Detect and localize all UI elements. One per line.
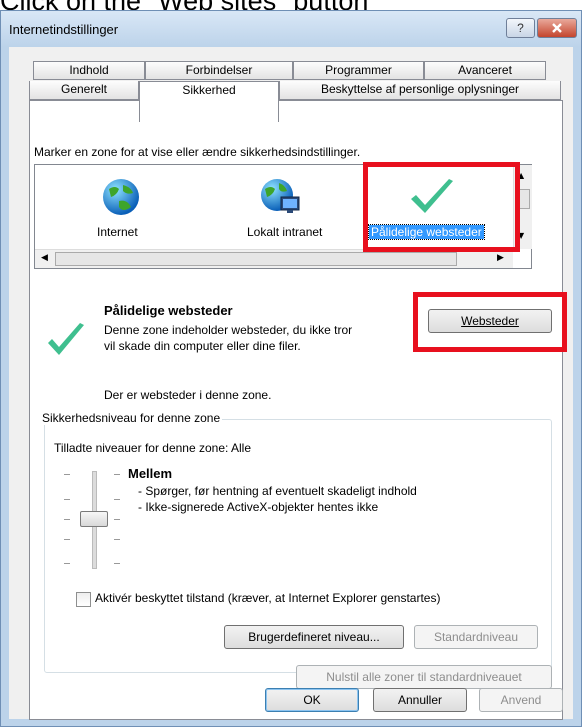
internet-options-dialog: Internetindstillinger ? Indhold Forbinde… [0, 10, 582, 727]
protected-mode-label: Aktivér beskyttet tilstand (kræver, at I… [95, 591, 441, 605]
zone-item-intranet[interactable]: Lokalt intranet [217, 171, 347, 241]
highlight-box-trusted-zone [363, 162, 520, 252]
title-bar: Internetindstillinger ? [1, 11, 581, 47]
zone-item-internet[interactable]: Internet [73, 171, 173, 241]
zone-description-line2: vil skade din computer eller dine filer. [104, 339, 301, 353]
zone-label: Internet [97, 225, 138, 239]
level-name: Mellem [128, 466, 173, 481]
scroll-right-icon[interactable]: ▶ [497, 253, 504, 263]
reset-all-zones-button[interactable]: Nulstil alle zoner til standardniveauet [296, 665, 552, 689]
dialog-content: Indhold Forbindelser Programmer Avancere… [9, 47, 573, 720]
cancel-button-label: Annuller [397, 693, 443, 707]
tab-generelt[interactable]: Generelt [29, 81, 139, 100]
cancel-button[interactable]: Annuller [373, 688, 467, 712]
default-level-button[interactable]: Standardniveau [414, 625, 538, 649]
tab-avanceret[interactable]: Avanceret [424, 61, 546, 80]
zone-title: Pålidelige websteder [104, 303, 233, 318]
intranet-icon [261, 179, 300, 213]
ok-button-label: OK [303, 693, 321, 707]
highlight-box-sites [413, 292, 567, 352]
level-bullet-1: - Spørger, før hentning af eventuelt ska… [138, 484, 417, 498]
tab-sikkerhed[interactable]: Sikkerhed [139, 81, 279, 122]
level-bullet-2: - Ikke-signerede ActiveX-objekter hentes… [138, 500, 379, 514]
tab-indhold[interactable]: Indhold [33, 61, 145, 80]
ok-button[interactable]: OK [265, 688, 359, 712]
close-button[interactable] [537, 18, 577, 38]
zone-instruction: Marker en zone for at vise eller ændre s… [34, 145, 361, 159]
allowed-levels: Tilladte niveauer for denne zone: Alle [54, 441, 252, 455]
slider-thumb[interactable] [80, 511, 108, 527]
scroll-left-icon[interactable]: ◀ [41, 253, 48, 263]
zone-label: Lokalt intranet [247, 225, 323, 239]
tab-forbindelser[interactable]: Forbindelser [145, 61, 293, 80]
hscroll-thumb[interactable] [55, 252, 457, 266]
reset-all-zones-button-label: Nulstil alle zoner til standardniveauet [326, 670, 522, 684]
trusted-check-icon [48, 323, 84, 355]
close-icon [552, 23, 562, 33]
custom-level-button-label: Brugerdefineret niveau... [248, 630, 380, 644]
window-title: Internetindstillinger [9, 22, 119, 37]
tab-beskyttelse[interactable]: Beskyttelse af personlige oplysninger [279, 81, 561, 100]
protected-mode-checkbox[interactable] [76, 592, 91, 607]
security-level-slider[interactable] [64, 471, 124, 571]
custom-level-button[interactable]: Brugerdefineret niveau... [224, 625, 404, 649]
apply-button-label: Anvend [500, 693, 542, 707]
zone-description-line1: Denne zone indeholder websteder, du ikke… [104, 323, 353, 337]
sites-info: Der er websteder i denne zone. [104, 388, 272, 402]
apply-button[interactable]: Anvend [479, 688, 563, 712]
globe-icon [103, 179, 139, 215]
security-level-label: Sikkerhedsniveau for denne zone [40, 411, 223, 425]
default-level-button-label: Standardniveau [433, 630, 519, 644]
tab-programmer[interactable]: Programmer [293, 61, 424, 80]
help-button[interactable]: ? [506, 18, 535, 38]
